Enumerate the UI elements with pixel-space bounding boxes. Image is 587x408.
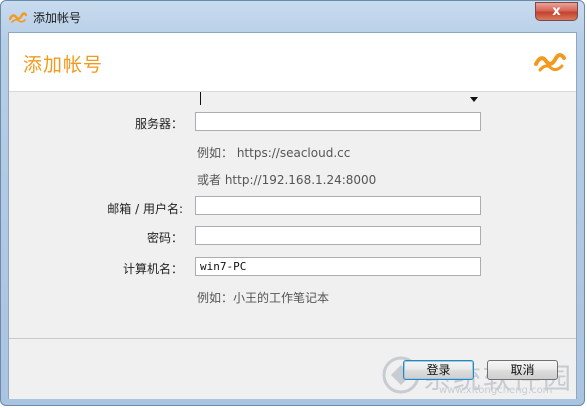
server-hint-alternative: 或者 http://192.168.1.24:8000 (197, 173, 377, 187)
dialog-header: 添加帐号 (9, 33, 576, 92)
server-hint-example: 例如： https://seacloud.cc (197, 146, 351, 160)
close-icon: x (552, 4, 561, 19)
email-input[interactable] (195, 196, 481, 215)
computer-name-hint: 例如：小王的工作笔记本 (197, 291, 330, 305)
dialog-content: 添加帐号 服务器： 例如： https://seacloud.cc 或者 htt… (8, 32, 577, 399)
computer-name-input[interactable]: win7-PC (195, 257, 481, 276)
title-bar[interactable]: 添加帐号 x (1, 1, 584, 33)
password-input[interactable] (195, 226, 481, 245)
login-button[interactable]: 登录 (403, 360, 474, 380)
password-label: 密码： (146, 231, 183, 245)
server-label: 服务器： (134, 117, 183, 131)
server-combobox[interactable] (195, 112, 481, 131)
computer-name-label: 计算机名： (122, 262, 183, 276)
cancel-button[interactable]: 取消 (487, 360, 558, 380)
seafile-logo-icon (9, 12, 27, 23)
form-area: 服务器： 例如： https://seacloud.cc 或者 http://1… (9, 92, 576, 338)
text-cursor (200, 92, 201, 105)
watermark-url: www.xitongcheng.com (439, 385, 553, 396)
email-label: 邮箱 / 用户名: (107, 202, 183, 216)
seafile-logo-icon (534, 53, 566, 72)
window-title: 添加帐号 (33, 11, 82, 25)
dialog-window: 添加帐号 x 添加帐号 服务器： 例如： https://seacloud.cc… (0, 0, 585, 406)
header-title: 添加帐号 (23, 54, 104, 76)
chevron-down-icon[interactable] (470, 97, 478, 102)
close-button[interactable]: x (535, 2, 578, 21)
